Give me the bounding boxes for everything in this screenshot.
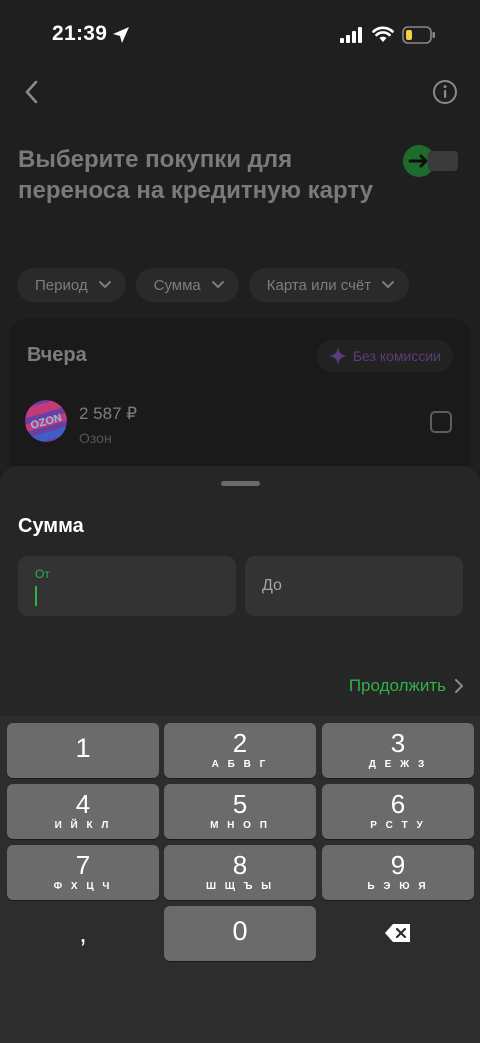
filter-amount[interactable]: Сумма — [135, 268, 239, 302]
battery-icon — [402, 26, 435, 44]
key-digit: 3 — [390, 728, 406, 758]
key-digit: 5 — [232, 789, 248, 819]
key-comma-glyph: , — [79, 918, 87, 948]
key-0[interactable]: 0 — [164, 906, 316, 961]
key-digit: 1 — [75, 733, 91, 763]
no-fee-label: Без комиссии — [352, 348, 441, 364]
key-4[interactable]: 4 И Й К Л — [7, 784, 159, 839]
day-group-card: Вчера Без комиссии OZON 2 587 ₽ Озон — [10, 318, 470, 488]
sheet-title: Сумма — [18, 515, 84, 537]
card-transfer-illustration — [403, 145, 458, 177]
text-cursor — [35, 586, 37, 606]
filter-chips: Период Сумма Карта или счёт — [17, 268, 410, 304]
key-digit: 7 — [75, 850, 91, 880]
key-letters: Ь Э Ю Я — [367, 881, 429, 892]
key-letters: А Б В Г — [211, 759, 269, 770]
key-digit: 8 — [232, 850, 248, 880]
chevron-down-icon — [98, 281, 111, 289]
cellular-signal-icon — [340, 27, 362, 43]
key-digit: 6 — [390, 789, 406, 819]
chevron-down-icon — [211, 281, 224, 289]
back-chevron-icon[interactable] — [20, 78, 44, 106]
chevron-right-icon — [455, 679, 463, 693]
key-letters: Д Е Ж З — [368, 759, 428, 770]
location-arrow-icon — [113, 27, 129, 43]
status-time: 21:39 — [52, 22, 108, 45]
key-6[interactable]: 6 Р С Т У — [322, 784, 474, 839]
info-icon[interactable] — [432, 79, 458, 105]
sparkle-icon — [328, 347, 347, 365]
status-bar: 21:39 — [0, 0, 480, 70]
key-letters: Ф Х Ц Ч — [53, 881, 113, 892]
continue-button[interactable]: Продолжить — [349, 676, 464, 696]
key-backspace[interactable] — [322, 906, 474, 961]
filter-period[interactable]: Период — [17, 268, 126, 302]
key-3[interactable]: 3 Д Е Ж З — [322, 723, 474, 778]
filter-period-label: Период — [35, 276, 88, 294]
amount-bottom-sheet: Сумма От До Продолжить — [0, 466, 480, 716]
transaction-merchant: Озон — [79, 430, 112, 446]
filter-card-label: Карта или счёт — [266, 276, 372, 294]
chevron-down-icon — [382, 281, 395, 289]
filter-card-or-account[interactable]: Карта или счёт — [248, 268, 410, 302]
amount-to-field[interactable]: До — [245, 556, 463, 616]
transaction-checkbox[interactable] — [430, 411, 452, 433]
key-letters: Р С Т У — [370, 820, 426, 831]
key-digit: 0 — [232, 916, 248, 946]
sheet-grabber[interactable] — [221, 481, 260, 486]
page-title: Выберите покупки для переноса на кредитн… — [18, 146, 374, 204]
key-comma[interactable]: , — [7, 906, 159, 961]
transaction-amount: 2 587 ₽ — [79, 404, 138, 423]
filter-amount-label: Сумма — [153, 276, 201, 294]
key-7[interactable]: 7 Ф Х Ц Ч — [7, 845, 159, 900]
amount-from-field[interactable]: От — [18, 556, 236, 616]
key-letters: М Н О П — [210, 820, 270, 831]
key-digit: 4 — [75, 789, 91, 819]
key-2[interactable]: 2 А Б В Г — [164, 723, 316, 778]
numeric-keypad: 1 2 А Б В Г 3 Д Е Ж З 4 И Й К Л 5 М Н О … — [0, 716, 480, 1043]
amount-to-placeholder: До — [262, 577, 282, 594]
amount-from-label: От — [35, 567, 50, 581]
key-digit: 9 — [390, 850, 406, 880]
wifi-icon — [372, 26, 394, 42]
continue-label: Продолжить — [348, 676, 446, 695]
background-page: 21:39 Выберите покупки для переноса на к… — [0, 0, 480, 488]
key-8[interactable]: 8 Ш Щ Ъ Ы — [164, 845, 316, 900]
backspace-icon — [385, 924, 410, 942]
no-fee-badge: Без комиссии — [316, 340, 453, 372]
key-1[interactable]: 1 — [7, 723, 159, 778]
key-5[interactable]: 5 М Н О П — [164, 784, 316, 839]
key-letters: Ш Щ Ъ Ы — [205, 881, 275, 892]
day-group-title: Вчера — [27, 344, 87, 366]
key-digit: 2 — [232, 728, 248, 758]
ozon-logo: OZON — [25, 400, 67, 442]
key-letters: И Й К Л — [54, 820, 112, 831]
key-9[interactable]: 9 Ь Э Ю Я — [322, 845, 474, 900]
